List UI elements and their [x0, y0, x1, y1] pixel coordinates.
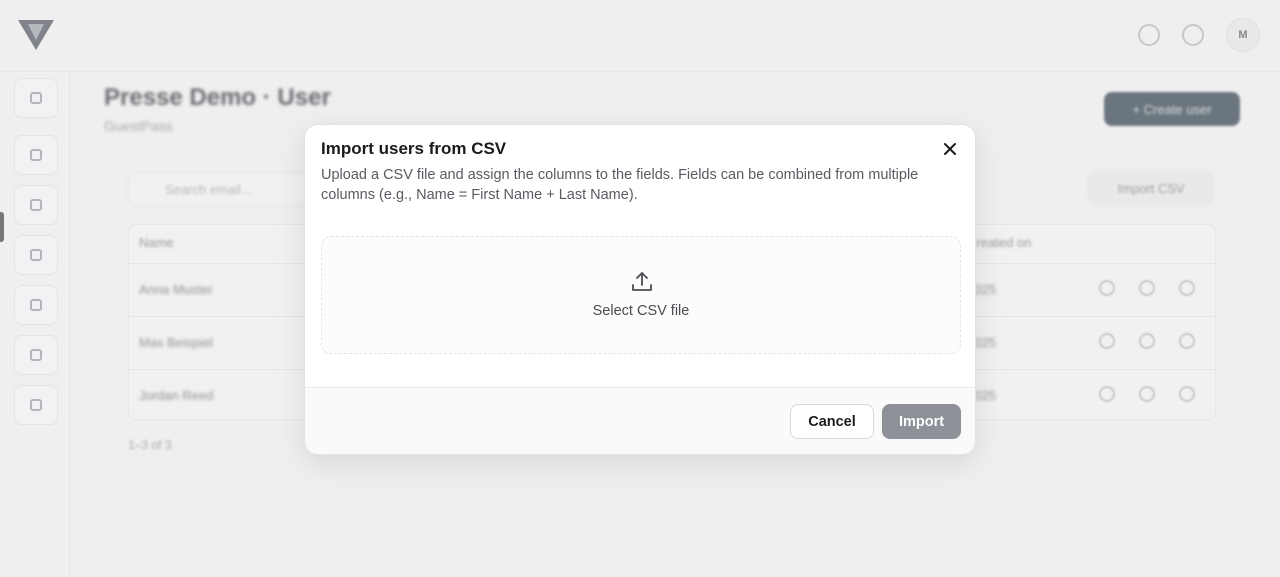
- import-button[interactable]: Import: [882, 404, 961, 439]
- upload-icon: [632, 272, 652, 291]
- modal-footer: Cancel Import: [305, 387, 975, 454]
- cancel-button[interactable]: Cancel: [790, 404, 874, 439]
- csv-dropzone[interactable]: Select CSV file: [321, 236, 961, 354]
- import-users-modal: Import users from CSV Upload a CSV file …: [304, 124, 976, 455]
- modal-description: Upload a CSV file and assign the columns…: [321, 167, 919, 203]
- close-icon: [944, 143, 956, 155]
- close-button[interactable]: [939, 138, 961, 160]
- select-csv-label: Select CSV file: [592, 303, 690, 319]
- modal-title: Import users from CSV: [321, 139, 507, 158]
